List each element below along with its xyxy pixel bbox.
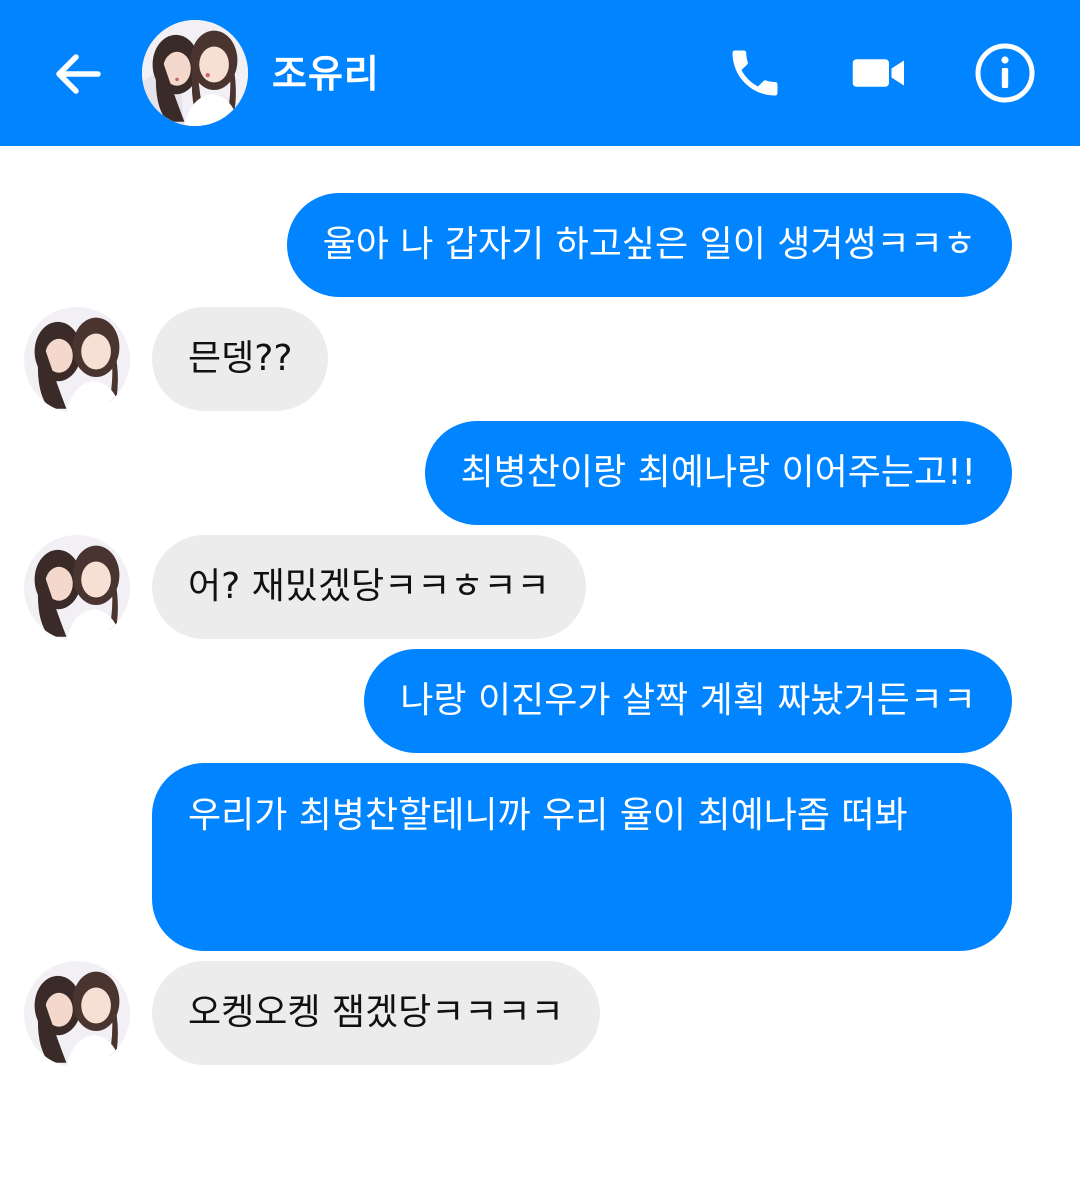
sent-message-bubble[interactable]: 율아 나 갑자기 하고싶은 일이 생겨썽ㅋㅋㅎ (286, 193, 1012, 297)
info-button[interactable] (972, 40, 1038, 106)
message-text: 오켕오켕 잼겠당ㅋㅋㅋㅋ (188, 992, 564, 1033)
back-button[interactable] (48, 44, 108, 104)
sent-message-bubble[interactable]: 우리가 최병찬할테니까 우리 율이 최예나좀 떠봐 (152, 763, 1012, 951)
message-text: 우리가 최병찬할테니까 우리 율이 최예나좀 떠봐 (188, 795, 908, 836)
avatar-photo (142, 20, 248, 126)
sender-avatar[interactable] (24, 535, 130, 641)
sent-message-bubble[interactable]: 최병찬이랑 최예나랑 이어주는고!! (424, 421, 1012, 525)
received-message-bubble[interactable]: 오켕오켕 잼겠당ㅋㅋㅋㅋ (152, 961, 600, 1065)
avatar-photo (24, 961, 130, 1067)
sent-message-bubble[interactable]: 나랑 이진우가 살짝 계획 짜놨거든ㅋㅋ (364, 649, 1012, 753)
video-camera-icon (852, 59, 904, 87)
back-arrow-icon (56, 54, 101, 94)
phone-icon (732, 50, 778, 96)
contact-name[interactable]: 조유리 (272, 46, 380, 102)
message-text: 율아 나 갑자기 하고싶은 일이 생겨썽ㅋㅋㅎ (322, 224, 976, 265)
avatar-photo (24, 535, 130, 641)
message-text: 어? 재밌겠당ㅋㅋㅎㅋㅋ (188, 566, 550, 607)
received-message-bubble[interactable]: 믄뎅?? (152, 307, 329, 411)
message-text: 믄뎅?? (188, 338, 293, 379)
received-message-bubble[interactable]: 어? 재밌겠당ㅋㅋㅎㅋㅋ (152, 535, 586, 639)
message-text: 최병찬이랑 최예나랑 이어주는고!! (460, 452, 976, 493)
avatar-photo (24, 307, 130, 413)
message-text: 나랑 이진우가 살짝 계획 짜놨거든ㅋㅋ (400, 680, 976, 721)
video-call-button[interactable] (846, 40, 912, 106)
sender-avatar[interactable] (24, 307, 130, 413)
info-icon (975, 43, 1035, 103)
call-button[interactable] (722, 40, 788, 106)
sender-avatar[interactable] (24, 961, 130, 1067)
chat-header: 조유리 (0, 0, 1080, 146)
chat-screen: 조유리 율아 나 갑자기 하고싶은 일이 생겨썽ㅋㅋㅎ 믄뎅?? 최병찬이랑 최… (0, 0, 1080, 1194)
contact-avatar[interactable] (142, 20, 248, 126)
